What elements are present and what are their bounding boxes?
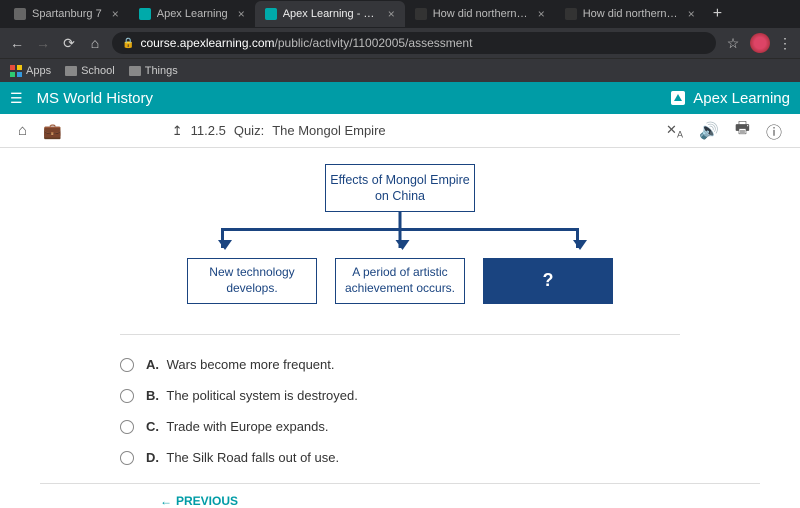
reload-button[interactable]: ⟳ bbox=[60, 35, 78, 52]
profile-avatar[interactable] bbox=[750, 33, 770, 53]
browser-tab[interactable]: How did northern Africa's × bbox=[405, 1, 555, 27]
breadcrumb: ↥ 11.2.5 Quiz: The Mongol Empire bbox=[172, 123, 386, 139]
print-icon[interactable]: 🖶 bbox=[735, 117, 750, 144]
url-bar: ← → ⟳ ⌂ 🔒 course.apexlearning.com/public… bbox=[0, 28, 800, 58]
close-icon[interactable]: × bbox=[238, 7, 245, 21]
radio-icon[interactable] bbox=[120, 451, 134, 465]
folder-icon bbox=[65, 66, 77, 76]
new-tab-button[interactable]: + bbox=[705, 5, 730, 23]
browser-tab[interactable]: Apex Learning × bbox=[129, 1, 255, 27]
activity-type: Quiz: bbox=[234, 123, 264, 138]
diagram-connector bbox=[215, 212, 585, 258]
tab-strip: Spartanburg 7 × Apex Learning × Apex Lea… bbox=[0, 0, 800, 28]
question-footer: ← PREVIOUS bbox=[40, 483, 760, 508]
up-arrow-icon[interactable]: ↥ bbox=[172, 123, 183, 139]
browser-tab[interactable]: Spartanburg 7 × bbox=[4, 1, 129, 27]
diagram-unknown-box: ? bbox=[483, 258, 613, 304]
course-title: MS World History bbox=[37, 90, 670, 107]
diagram-children-row: New technology develops. A period of art… bbox=[187, 258, 613, 304]
previous-button[interactable]: ← PREVIOUS bbox=[160, 494, 760, 508]
option-letter: B. bbox=[146, 388, 159, 403]
folder-icon bbox=[129, 66, 141, 76]
star-icon[interactable]: ☆ bbox=[724, 35, 742, 52]
translate-icon[interactable]: ✕A bbox=[666, 122, 683, 140]
kebab-menu-icon[interactable]: ⋮ bbox=[778, 35, 792, 52]
activity-toolbar: ⌂ 💼 ↥ 11.2.5 Quiz: The Mongol Empire ✕A … bbox=[0, 114, 800, 148]
option-letter: A. bbox=[146, 357, 159, 372]
home-icon[interactable]: ⌂ bbox=[18, 122, 27, 139]
forward-button[interactable]: → bbox=[34, 35, 52, 51]
option-letter: C. bbox=[146, 419, 159, 434]
option-text: Wars become more frequent. bbox=[167, 357, 335, 372]
activity-title: The Mongol Empire bbox=[272, 123, 385, 138]
back-button[interactable]: ← bbox=[8, 35, 26, 51]
option-text: The political system is destroyed. bbox=[166, 388, 357, 403]
apps-icon bbox=[10, 65, 22, 77]
favicon-icon bbox=[139, 8, 151, 20]
browser-tab-active[interactable]: Apex Learning - Courses × bbox=[255, 1, 405, 27]
favicon-icon bbox=[265, 8, 277, 20]
home-button[interactable]: ⌂ bbox=[86, 35, 104, 51]
favicon-icon bbox=[415, 8, 427, 20]
apps-bookmark[interactable]: Apps bbox=[10, 65, 51, 77]
answer-option[interactable]: B. The political system is destroyed. bbox=[120, 380, 680, 411]
tab-title: How did northern Africa's bbox=[433, 8, 528, 20]
answer-option[interactable]: C. Trade with Europe expands. bbox=[120, 411, 680, 442]
url-host: course.apexlearning.com/public/activity/… bbox=[140, 36, 472, 50]
brand-logo[interactable]: Apex Learning bbox=[669, 89, 790, 107]
read-aloud-icon[interactable]: 🔊 bbox=[699, 121, 719, 141]
tab-title: Apex Learning - Courses bbox=[283, 8, 378, 20]
option-text: The Silk Road falls out of use. bbox=[166, 450, 339, 465]
browser-chrome: Spartanburg 7 × Apex Learning × Apex Lea… bbox=[0, 0, 800, 82]
answer-option[interactable]: D. The Silk Road falls out of use. bbox=[120, 442, 680, 473]
tab-title: Apex Learning bbox=[157, 8, 228, 20]
arrow-left-icon: ← bbox=[160, 494, 172, 508]
option-text: Trade with Europe expands. bbox=[166, 419, 328, 434]
course-header: ☰ MS World History Apex Learning bbox=[0, 82, 800, 114]
browser-tab[interactable]: How did northern Africa's × bbox=[555, 1, 705, 27]
close-icon[interactable]: × bbox=[538, 7, 545, 21]
tab-title: Spartanburg 7 bbox=[32, 8, 102, 20]
diagram-child-box: A period of artistic achievement occurs. bbox=[335, 258, 465, 304]
favicon-icon bbox=[565, 8, 577, 20]
radio-icon[interactable] bbox=[120, 420, 134, 434]
help-icon[interactable]: ⓘ bbox=[766, 119, 782, 143]
apex-logo-icon bbox=[669, 89, 687, 107]
tab-title: How did northern Africa's bbox=[583, 8, 678, 20]
close-icon[interactable]: × bbox=[112, 7, 119, 21]
menu-icon[interactable]: ☰ bbox=[10, 90, 23, 107]
close-icon[interactable]: × bbox=[688, 7, 695, 21]
diagram-child-box: New technology develops. bbox=[187, 258, 317, 304]
lock-icon: 🔒 bbox=[122, 38, 134, 49]
divider bbox=[120, 334, 680, 335]
briefcase-icon[interactable]: 💼 bbox=[43, 122, 62, 140]
answer-option[interactable]: A. Wars become more frequent. bbox=[120, 349, 680, 380]
address-bar[interactable]: 🔒 course.apexlearning.com/public/activit… bbox=[112, 32, 716, 54]
diagram-top-box: Effects of Mongol Empire on China bbox=[325, 164, 475, 212]
favicon-icon bbox=[14, 8, 26, 20]
bookmarks-bar: Apps School Things bbox=[0, 58, 800, 82]
radio-icon[interactable] bbox=[120, 389, 134, 403]
answer-options: A. Wars become more frequent. B. The pol… bbox=[120, 349, 680, 473]
question-content: Effects of Mongol Empire on China New te… bbox=[0, 148, 800, 508]
section-number: 11.2.5 bbox=[191, 123, 226, 138]
option-letter: D. bbox=[146, 450, 159, 465]
concept-diagram: Effects of Mongol Empire on China New te… bbox=[40, 164, 760, 304]
bookmark-folder[interactable]: Things bbox=[129, 65, 178, 77]
radio-icon[interactable] bbox=[120, 358, 134, 372]
bookmark-folder[interactable]: School bbox=[65, 65, 115, 77]
close-icon[interactable]: × bbox=[388, 7, 395, 21]
